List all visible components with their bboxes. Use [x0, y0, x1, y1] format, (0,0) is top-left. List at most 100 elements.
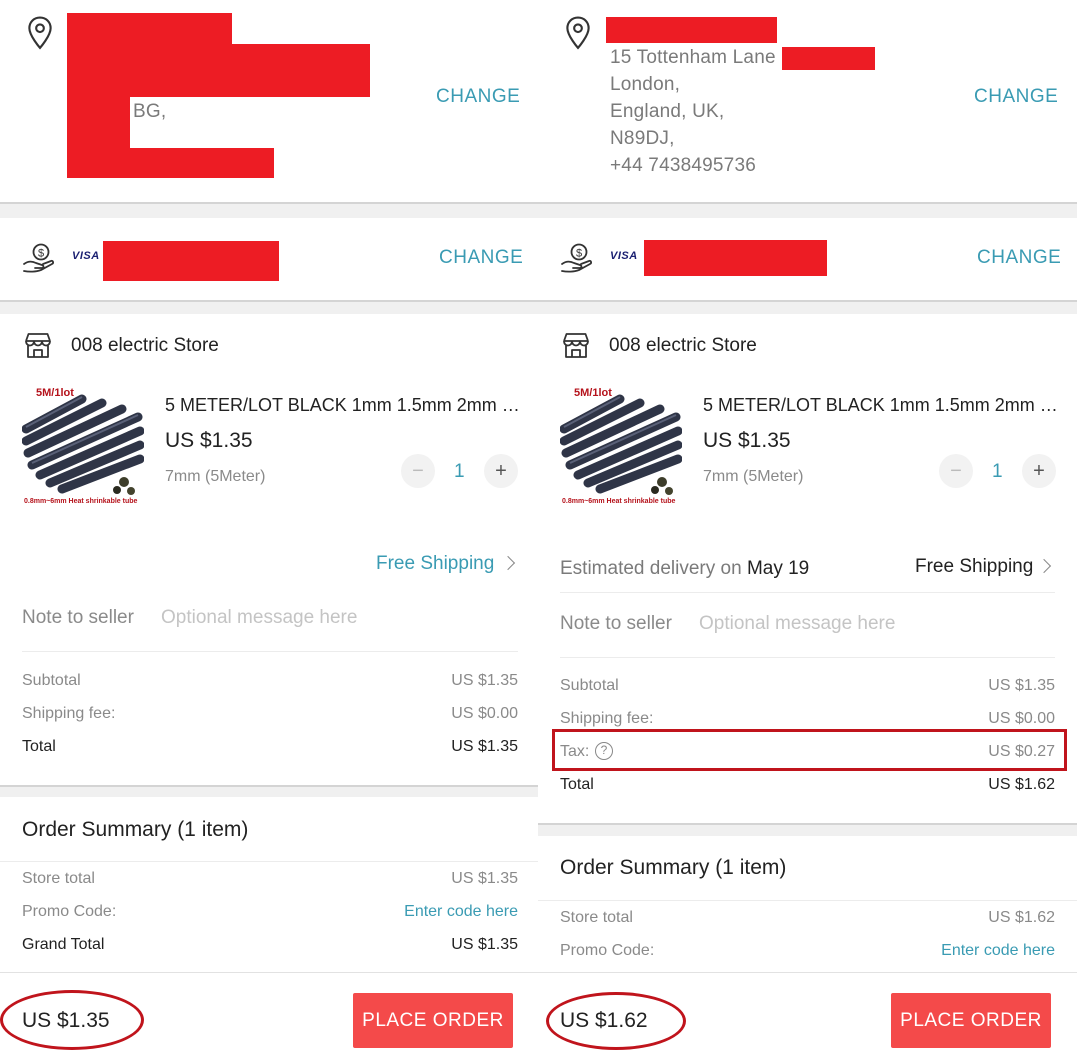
- svg-text:$: $: [576, 248, 582, 260]
- change-payment-button[interactable]: CHANGE: [977, 247, 1061, 269]
- quantity-increase-button[interactable]: +: [484, 454, 518, 488]
- shipping-fee-label: Shipping fee:: [560, 710, 654, 727]
- divider: [560, 657, 1055, 658]
- store-total-value: US $1.35: [451, 870, 518, 887]
- change-address-button[interactable]: CHANGE: [436, 86, 520, 108]
- change-payment-button[interactable]: CHANGE: [439, 247, 523, 269]
- redacted-card-number: [644, 240, 827, 276]
- subtotal-label: Subtotal: [560, 677, 619, 694]
- total-value: US $1.62: [988, 776, 1055, 793]
- address-region: England, UK,: [610, 101, 725, 122]
- enter-promo-code-link[interactable]: Enter code here: [941, 942, 1055, 960]
- address-postcode: N89DJ,: [610, 128, 675, 149]
- store-icon: [563, 333, 589, 358]
- location-pin-icon: [566, 16, 590, 50]
- section-divider: [538, 823, 1077, 836]
- quantity-decrease-button[interactable]: −: [939, 454, 973, 488]
- grand-total-value: US $1.35: [451, 936, 518, 953]
- quantity-decrease-button[interactable]: −: [401, 454, 435, 488]
- note-to-seller-label: Note to seller: [560, 613, 672, 634]
- product-thumbnail[interactable]: 5M/1lot 0.8mm~6mm Heat shrinkable tube: [560, 387, 682, 509]
- subtotal-value: US $1.35: [451, 672, 518, 689]
- product-variant[interactable]: 7mm (5Meter): [703, 468, 803, 486]
- redacted-name: [67, 13, 232, 47]
- total-label: Total: [22, 738, 56, 755]
- address-city: London,: [610, 74, 681, 95]
- checkout-panel-right: 15 Tottenham Lane London, England, UK, N…: [538, 0, 1077, 1052]
- grand-total-label: Grand Total: [22, 936, 105, 953]
- shipping-fee-value: US $0.00: [988, 710, 1055, 727]
- store-name[interactable]: 008 electric Store: [609, 335, 757, 357]
- store-total-label: Store total: [560, 909, 633, 926]
- store-name[interactable]: 008 electric Store: [71, 335, 219, 357]
- shipping-option-link[interactable]: Free Shipping: [376, 553, 494, 575]
- chevron-right-icon: [500, 555, 516, 571]
- quantity-value: 1: [454, 461, 465, 482]
- estimated-delivery: Estimated delivery on May 19: [560, 558, 809, 580]
- order-summary-title: Order Summary (1 item): [22, 818, 249, 841]
- promo-code-label: Promo Code:: [560, 942, 655, 959]
- order-summary-title: Order Summary (1 item): [560, 856, 787, 879]
- product-variant[interactable]: 7mm (5Meter): [165, 468, 265, 486]
- shipping-option-link[interactable]: Free Shipping: [915, 556, 1033, 578]
- quantity-increase-button[interactable]: +: [1022, 454, 1056, 488]
- product-title[interactable]: 5 METER/LOT BLACK 1mm 1.5mm 2mm 2.5mm 3m…: [165, 395, 520, 416]
- store-total-label: Store total: [22, 870, 95, 887]
- store-total-value: US $1.62: [988, 909, 1055, 926]
- promo-code-label: Promo Code:: [22, 903, 117, 920]
- location-pin-icon: [28, 16, 52, 50]
- note-to-seller-label: Note to seller: [22, 607, 134, 628]
- redacted-name: [606, 17, 777, 43]
- redacted-card-number: [103, 241, 279, 281]
- place-order-button[interactable]: PLACE ORDER: [891, 993, 1051, 1048]
- store-icon: [25, 333, 51, 358]
- note-to-seller-input[interactable]: Optional message here: [161, 607, 461, 629]
- divider: [538, 972, 1077, 973]
- note-to-seller-input[interactable]: Optional message here: [699, 613, 999, 635]
- redacted-address: [782, 47, 875, 70]
- svg-text:$: $: [38, 248, 44, 260]
- shipping-fee-value: US $0.00: [451, 705, 518, 722]
- divider: [560, 592, 1055, 593]
- estimated-delivery-label: Estimated delivery on: [560, 558, 742, 579]
- total-value: US $1.35: [451, 738, 518, 755]
- shipping-fee-label: Shipping fee:: [22, 705, 116, 722]
- divider: [0, 861, 540, 862]
- checkout-panel-left: BG, CHANGE $ VISA CHANGE 008 electric St…: [0, 0, 540, 1052]
- place-order-button[interactable]: PLACE ORDER: [353, 993, 513, 1048]
- subtotal-label: Subtotal: [22, 672, 81, 689]
- product-title[interactable]: 5 METER/LOT BLACK 1mm 1.5mm 2mm 2.5mm 3m…: [703, 395, 1058, 416]
- total-label: Total: [560, 776, 594, 793]
- redacted-address: [67, 44, 370, 97]
- address-country: BG,: [133, 101, 167, 122]
- divider: [22, 651, 518, 652]
- thumbnail-caption: 0.8mm~6mm Heat shrinkable tube: [24, 498, 138, 505]
- redacted-phone: [128, 148, 274, 178]
- address-street: 15 Tottenham Lane: [610, 47, 776, 68]
- section-divider: [0, 300, 540, 314]
- hand-coin-icon: $: [561, 243, 592, 273]
- highlight-ellipse: [546, 992, 686, 1050]
- section-divider: [538, 202, 1077, 218]
- product-thumbnail[interactable]: 5M/1lot 0.8mm~6mm Heat shrinkable tube: [22, 387, 144, 509]
- address-phone: +44 7438495736: [610, 155, 756, 176]
- heat-shrink-tube-image: [22, 394, 144, 495]
- section-divider: [538, 300, 1077, 314]
- thumbnail-lot-label: 5M/1lot: [574, 387, 612, 399]
- product-price: US $1.35: [703, 429, 791, 452]
- thumbnail-caption: 0.8mm~6mm Heat shrinkable tube: [562, 498, 676, 505]
- section-divider: [0, 785, 540, 797]
- heat-shrink-tube-image: [560, 394, 682, 495]
- estimated-delivery-date: May 19: [746, 558, 810, 579]
- thumbnail-lot-label: 5M/1lot: [36, 387, 74, 399]
- visa-logo: VISA: [72, 250, 100, 262]
- section-divider: [0, 202, 540, 218]
- visa-logo: VISA: [610, 250, 638, 262]
- subtotal-value: US $1.35: [988, 677, 1055, 694]
- change-address-button[interactable]: CHANGE: [974, 86, 1058, 108]
- divider: [0, 972, 540, 973]
- highlight-ellipse: [0, 990, 144, 1050]
- enter-promo-code-link[interactable]: Enter code here: [404, 903, 518, 921]
- divider: [538, 900, 1077, 901]
- quantity-value: 1: [992, 461, 1003, 482]
